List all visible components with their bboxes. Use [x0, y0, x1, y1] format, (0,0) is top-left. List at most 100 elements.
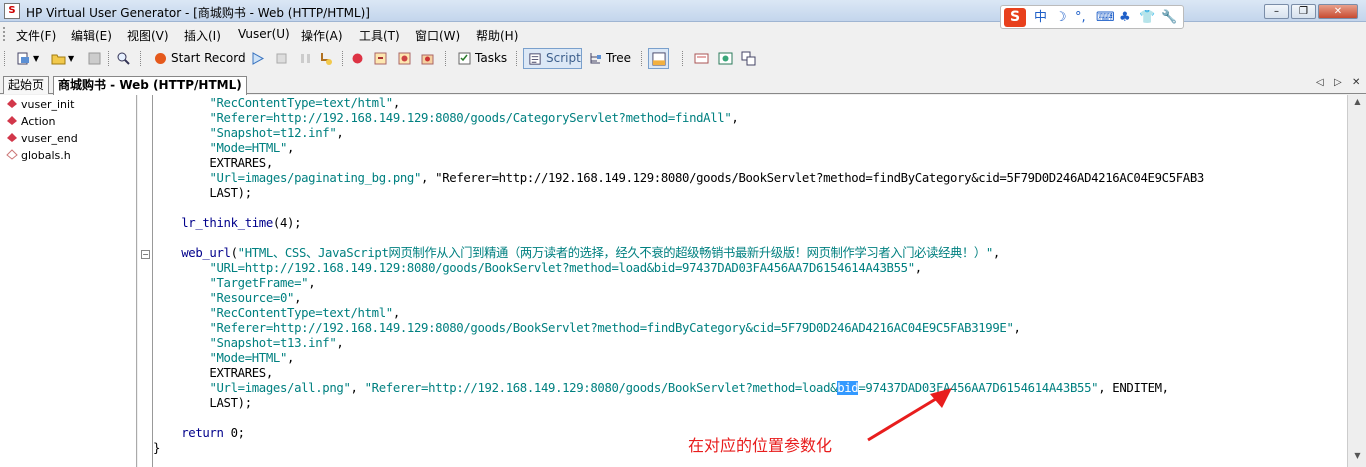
tab-scroll-left-icon[interactable]: ◁	[1316, 77, 1324, 88]
toolbar-separator	[140, 51, 141, 66]
close-button[interactable]: ✕	[1318, 4, 1358, 19]
menu-tools[interactable]: 工具(T)	[359, 27, 400, 44]
ime-punct-icon[interactable]: °,	[1075, 9, 1086, 26]
toolbar: ▼ ▼ Start Record Tasks Script Tree	[0, 46, 764, 71]
menu-actions[interactable]: 操作(A)	[301, 27, 343, 44]
editor-gutter	[138, 95, 152, 467]
transaction-end-icon[interactable]	[397, 51, 412, 66]
code-line: "RecContentType=text/html",	[209, 306, 400, 320]
record-icon[interactable]	[153, 51, 168, 66]
dropdown-chevron-icon[interactable]: ▼	[33, 50, 39, 67]
header-icon	[6, 149, 18, 160]
snapshot-icon[interactable]	[694, 51, 709, 66]
ime-toolbar: S 中 ☽ °, ⌨ ♣ 👕 🔧	[1000, 5, 1184, 29]
menu-help[interactable]: 帮助(H)	[476, 27, 518, 44]
code-line: "Resource=0",	[209, 291, 302, 305]
ime-user-icon[interactable]: ♣	[1119, 9, 1131, 26]
ime-tool-icon[interactable]: 🔧	[1161, 9, 1177, 26]
code-line: "Snapshot=t12.inf",	[209, 126, 344, 140]
code-line: return 0;	[181, 426, 245, 440]
breakpoint-icon[interactable]	[350, 51, 365, 66]
window-controls: – ❐ ✕	[1262, 3, 1358, 19]
ime-skin-icon[interactable]: 👕	[1139, 9, 1155, 26]
scroll-up-icon[interactable]: ▲	[1351, 97, 1364, 111]
stop-icon	[276, 53, 287, 64]
code-line: web_url("HTML、CSS、JavaScript网页制作从入门到精通（两…	[181, 246, 1000, 260]
run-icon[interactable]	[250, 51, 265, 66]
sidebar-item-label: Action	[21, 115, 56, 128]
ime-logo[interactable]: S	[1004, 8, 1026, 27]
code-line: "Referer=http://192.168.149.129:8080/goo…	[209, 111, 739, 125]
sidebar-item-vuser-init[interactable]: vuser_init	[6, 97, 74, 113]
toolbar-separator	[516, 51, 517, 66]
menu-edit[interactable]: 编辑(E)	[71, 27, 112, 44]
find-icon[interactable]	[116, 51, 131, 66]
open-folder-icon[interactable]	[51, 51, 66, 66]
tasks-icon[interactable]	[457, 51, 472, 66]
tab-close-icon[interactable]: ✕	[1352, 77, 1360, 88]
sidebar-item-globals[interactable]: globals.h	[6, 148, 71, 164]
code-line: LAST);	[153, 186, 252, 200]
action-icon	[7, 99, 17, 108]
code-line: "URL=http://192.168.149.129:8080/goods/B…	[209, 261, 922, 275]
start-record-button[interactable]: Start Record	[171, 50, 246, 67]
rendezvous-icon[interactable]	[420, 51, 435, 66]
code-line: LAST);	[153, 396, 252, 410]
sidebar-item-vuser-end[interactable]: vuser_end	[6, 131, 78, 147]
code-line: }	[153, 441, 161, 455]
code-line: "TargetFrame=",	[209, 276, 316, 290]
document-tabs: 起始页 商城购书 - Web (HTTP/HTML) ◁ ▷ ✕	[0, 75, 1366, 95]
new-script-icon[interactable]	[16, 51, 31, 66]
minimize-button[interactable]: –	[1264, 4, 1289, 19]
tab-script[interactable]: 商城购书 - Web (HTTP/HTML)	[53, 76, 247, 95]
ime-moon-icon[interactable]: ☽	[1055, 9, 1067, 26]
ime-chinese-mode[interactable]: 中	[1034, 9, 1047, 26]
toolbar-separator	[641, 51, 642, 66]
action-list: vuser_init Action vuser_end globals.h	[0, 95, 137, 467]
menu-window[interactable]: 窗口(W)	[415, 27, 460, 44]
transaction-start-icon[interactable]	[373, 51, 388, 66]
menu-insert[interactable]: 插入(I)	[184, 27, 221, 44]
tab-scroll-right-icon[interactable]: ▷	[1334, 77, 1342, 88]
action-icon	[7, 133, 17, 142]
tab-start-page[interactable]: 起始页	[3, 76, 50, 94]
ime-keyboard-icon[interactable]: ⌨	[1096, 9, 1115, 26]
code-line: "Referer=http://192.168.149.129:8080/goo…	[209, 321, 1021, 335]
save-icon	[88, 52, 101, 65]
compare-icon[interactable]	[718, 51, 733, 66]
annotation-arrow	[867, 388, 952, 442]
cascade-icon[interactable]	[741, 51, 756, 66]
restore-button[interactable]: ❐	[1291, 4, 1316, 19]
code-line: EXTRARES,	[153, 156, 273, 170]
toolbar-grip	[4, 51, 5, 66]
output-toggle-button[interactable]	[648, 48, 669, 69]
open-dropdown-icon[interactable]: ▼	[68, 50, 74, 67]
pause-icon	[301, 54, 310, 63]
tree-view-icon[interactable]	[588, 51, 603, 66]
code-line: "Mode=HTML",	[209, 141, 295, 155]
code-line: "Url=images/all.png", "Referer=http://19…	[209, 381, 1169, 395]
menu-view[interactable]: 视图(V)	[127, 27, 169, 44]
fold-toggle-icon[interactable]: −	[141, 250, 150, 259]
vertical-scrollbar[interactable]: ▲ ▼	[1347, 95, 1366, 467]
sidebar-item-action[interactable]: Action	[6, 114, 55, 130]
step-icon[interactable]	[318, 51, 333, 66]
sidebar-item-label: globals.h	[21, 149, 71, 162]
tasks-button[interactable]: Tasks	[475, 50, 507, 67]
menu-vuser[interactable]: Vuser(U)	[238, 27, 290, 41]
toolbar-separator	[342, 51, 343, 66]
sidebar-item-label: vuser_end	[21, 132, 78, 145]
tree-view-button[interactable]: Tree	[606, 50, 631, 67]
code-line: EXTRARES,	[153, 366, 273, 380]
code-line: lr_think_time(4);	[181, 216, 302, 230]
code-line: "Url=images/paginating_bg.png", "Referer…	[209, 171, 1204, 185]
annotation-text: 在对应的位置参数化	[688, 436, 833, 455]
toolbar-separator	[108, 51, 109, 66]
menu-grip	[3, 27, 6, 41]
scroll-down-icon[interactable]: ▼	[1351, 451, 1364, 465]
toolbar-separator	[682, 51, 683, 66]
code-editor[interactable]: "RecContentType=text/html", "Referer=htt…	[152, 95, 1347, 467]
script-view-button[interactable]: Script	[523, 48, 582, 69]
menu-file[interactable]: 文件(F)	[16, 27, 56, 44]
code-line: "Snapshot=t13.inf",	[209, 336, 344, 350]
